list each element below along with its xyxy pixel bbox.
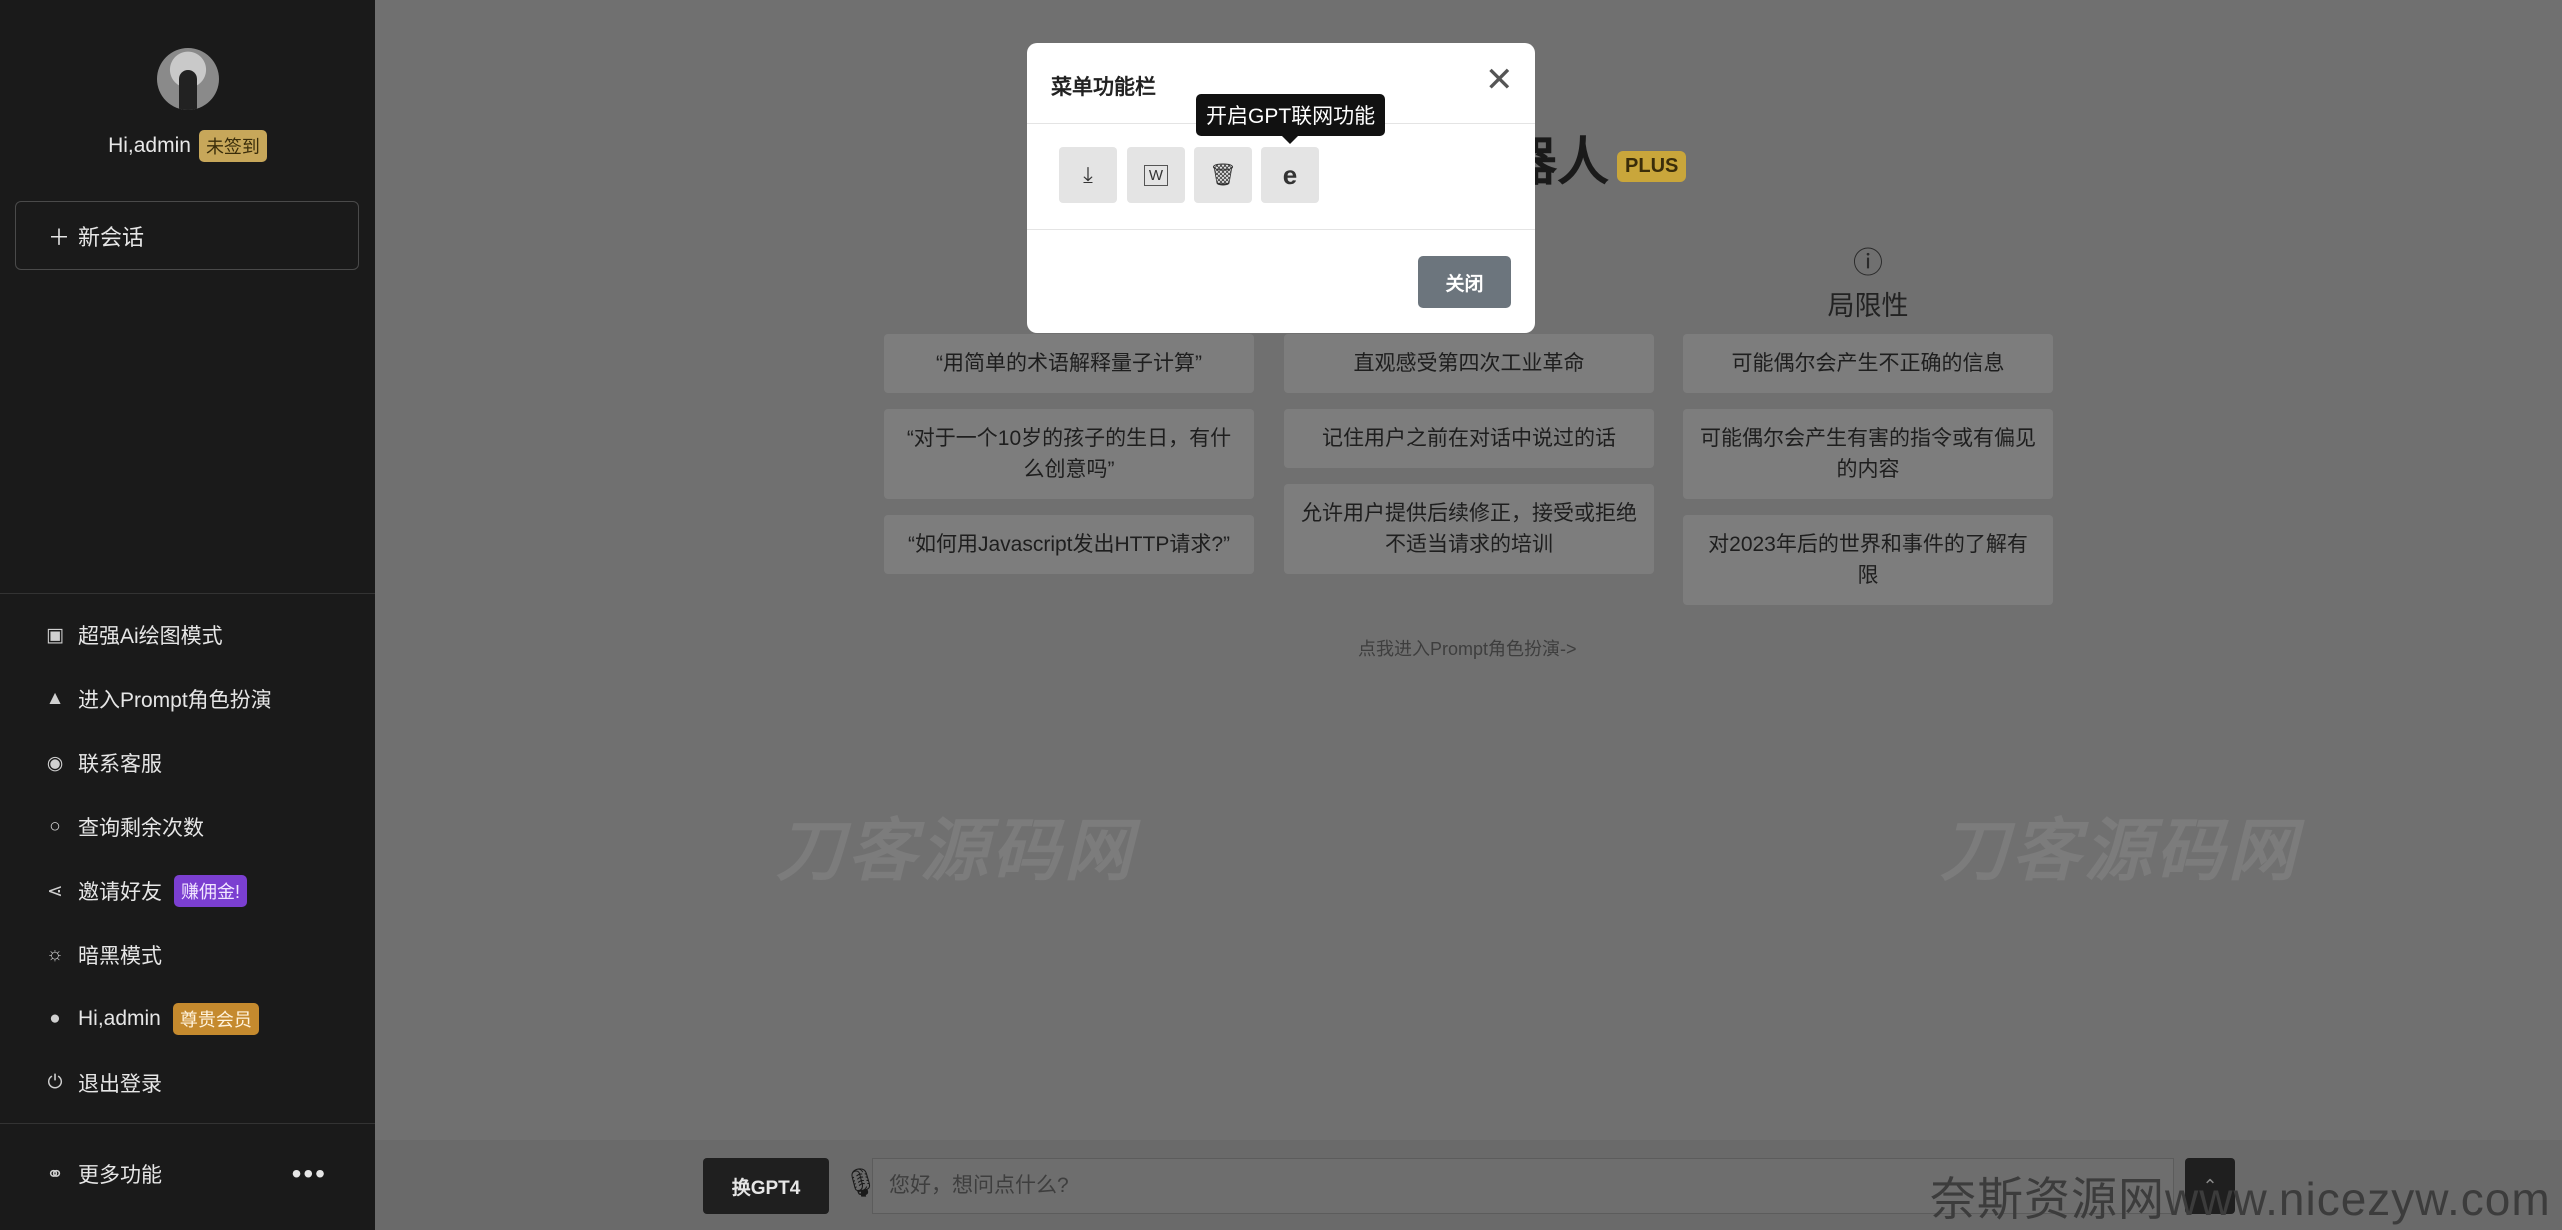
sidebar-item-dark-mode[interactable]: ☼ 暗黑模式 [0,923,375,987]
avatar[interactable] [156,48,219,110]
greeting: Hi,admin 未签到 [108,130,267,162]
profile: Hi,admin 未签到 [0,48,375,162]
image-icon: ▣ [46,624,64,646]
user-icon: ● [49,1008,61,1029]
sidebar-item-label: 超强Ai绘图模式 [78,625,223,648]
warning-circle-icon: ⓘ [1853,247,1883,280]
sun-icon: ☼ [46,944,64,965]
download-icon: ⤓ [1083,162,1093,187]
sidebar-item-label: 进入Prompt角色扮演 [78,689,272,712]
sidebar-item-label: 联系客服 [78,753,162,776]
wechat-icon: ◉ [46,752,64,774]
gpt-web-search-button[interactable]: e [1261,147,1319,203]
sidebar: Hi,admin 未签到 ＋ 新会话 ▣ 超强Ai绘图模式 ▲ 进入Prompt… [0,0,375,1230]
dialog-close-button[interactable]: 关闭 [1418,256,1511,308]
limitation-card: 可能偶尔会产生有害的指令或有偏见的内容 [1683,409,2053,499]
sidebar-item-prompt-roleplay[interactable]: ▲ 进入Prompt角色扮演 [0,667,375,731]
sign-badge[interactable]: 未签到 [198,130,267,162]
sidebar-menu: ▣ 超强Ai绘图模式 ▲ 进入Prompt角色扮演 ◉ 联系客服 ○ 查询剩余次… [0,603,375,1115]
close-icon[interactable]: ✕ [1485,63,1514,97]
sidebar-item-user[interactable]: ● Hi,admin 尊贵会员 [0,987,375,1051]
sidebar-item-invite-friends[interactable]: ⋖ 邀请好友 赚佣金! [0,859,375,923]
sidebar-item-label: Hi,admin [78,1007,161,1030]
limitations-column: ⓘ 局限性 可能偶尔会产生不正确的信息 可能偶尔会产生有害的指令或有偏见的内容 … [1683,238,2053,621]
watermark-text: 刀客源码网 [1940,813,2301,889]
sidebar-divider [0,593,375,594]
export-download-button[interactable]: ⤓ [1059,147,1117,203]
watermark-text: 刀客源码网 [776,813,1137,889]
limitation-card: 对2023年后的世界和事件的了解有限 [1683,515,2053,605]
export-word-button[interactable]: W [1127,147,1185,203]
web-search-tooltip: 开启GPT联网功能 [1196,94,1386,144]
dialog-divider [1027,229,1535,230]
example-card[interactable]: “对于一个10岁的孩子的生日，有什么创意吗” [884,409,1254,499]
earn-commission-badge: 赚佣金! [174,875,248,907]
new-chat-button[interactable]: ＋ 新会话 [15,201,359,270]
word-file-icon: W [1143,164,1169,186]
more-features-label: 更多功能 [78,1164,162,1187]
capability-card: 记住用户之前在对话中说过的话 [1284,409,1654,468]
vip-badge: 尊贵会员 [172,1003,259,1035]
example-card[interactable]: “如何用Javascript发出HTTP请求?” [884,515,1254,574]
sidebar-item-contact-support[interactable]: ◉ 联系客服 [0,731,375,795]
capability-card: 允许用户提供后续修正，接受或拒绝不适当请求的培训 [1284,484,1654,574]
share-icon: ⋖ [47,880,63,902]
plus-icon: ＋ [48,224,71,250]
sidebar-item-label: 邀请好友 [78,881,162,904]
sidebar-item-label: 查询剩余次数 [78,817,204,840]
power-icon: ⏻ [47,1072,63,1093]
site-watermark: 奈斯资源网www.nicezyw.com [1930,1173,2551,1225]
search-icon: ○ [49,816,61,837]
limitation-card: 可能偶尔会产生不正确的信息 [1683,334,2053,393]
sidebar-item-label: 退出登录 [78,1073,162,1096]
sidebar-divider [0,1123,375,1124]
switch-gpt4-button[interactable]: 换GPT4 [703,1158,829,1214]
browser-icon: e [1282,159,1298,190]
dialog-title: 菜单功能栏 [1051,76,1156,99]
graduation-cap-icon: ▲ [45,688,65,709]
capability-card: 直观感受第四次工业革命 [1284,334,1654,393]
column-heading: 局限性 [1827,291,1909,321]
more-features-button[interactable]: ⚭ 更多功能 ••• [0,1150,375,1198]
new-chat-label: 新会话 [78,224,145,250]
example-card[interactable]: “用简单的术语解释量子计算” [884,334,1254,393]
sidebar-item-logout[interactable]: ⏻ 退出登录 [0,1051,375,1115]
menu-function-dialog: 菜单功能栏 ✕ ⤓ W 🗑 e 关闭 [1027,43,1535,333]
prompt-roleplay-link[interactable]: 点我进入Prompt角色扮演-> [1358,635,1577,661]
sidebar-item-query-remaining[interactable]: ○ 查询剩余次数 [0,795,375,859]
greeting-text: Hi,admin [108,134,191,157]
sidebar-item-label: 暗黑模式 [78,945,162,968]
sidebar-item-ai-drawing[interactable]: ▣ 超强Ai绘图模式 [0,603,375,667]
plus-badge: PLUS [1617,151,1687,182]
delete-button[interactable]: 🗑 [1194,147,1252,203]
link-icon: ⚭ [46,1162,64,1186]
trash-icon: 🗑 [1209,162,1237,187]
ellipsis-icon[interactable]: ••• [292,1158,327,1190]
